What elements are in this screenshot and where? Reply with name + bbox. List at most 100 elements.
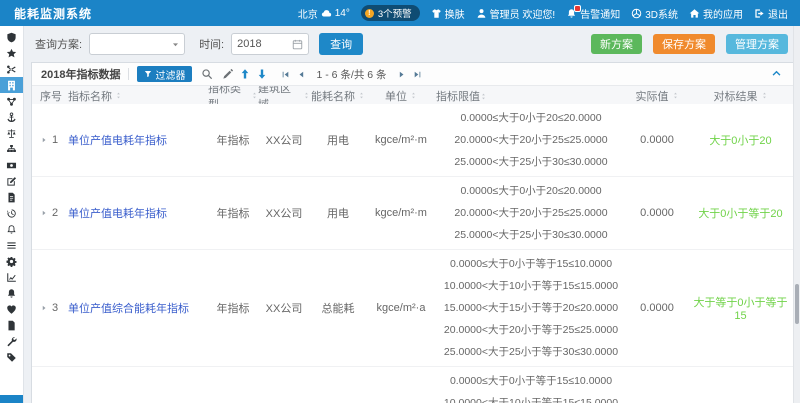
d3-icon (631, 8, 642, 19)
row-number: 3 (52, 302, 58, 314)
sidebar-item-cluster[interactable] (0, 93, 23, 109)
sidebar-item-heart[interactable] (0, 301, 23, 317)
sidebar-item-money[interactable] (0, 157, 23, 173)
menu-item-logout[interactable]: 退出 (754, 6, 788, 21)
indicator-name-cell: 单位产值电耗年指标 (68, 205, 208, 221)
sidebar-item-document[interactable] (0, 189, 23, 205)
gear-icon (6, 256, 17, 267)
limit-range: 25.0000<大于25小于30≤30.0000 (436, 224, 626, 246)
chart-icon (6, 272, 17, 283)
row-area: XX公司 (258, 300, 310, 316)
panel-title: 2018年指标数据 (41, 66, 120, 82)
heart-icon (6, 304, 17, 315)
expand-row-icon[interactable] (40, 304, 48, 312)
scales-icon (6, 128, 17, 139)
pagination-prev-icon[interactable] (297, 70, 306, 79)
cloud-icon (321, 8, 332, 19)
limit-range: 10.0000<大于10小于等于15≤15.0000 (436, 275, 626, 297)
table-row: 3单位产值综合能耗年指标年指标XX公司总能耗kgce/m²·a0.0000≤大于… (32, 250, 793, 367)
column-header-8[interactable]: 对标结果 (688, 88, 793, 104)
scrollbar-thumb[interactable] (795, 284, 799, 324)
sidebar-item-report[interactable] (0, 77, 23, 93)
move-down-icon[interactable] (256, 68, 268, 80)
panel-toolbar: 2018年指标数据 过滤器 1 - 6 条/共 6 条 (32, 63, 793, 86)
limit-ranges-cell: 0.0000≤大于0小于等于15≤10.000010.0000<大于10小于等于… (436, 367, 626, 403)
sidebar-item-history[interactable] (0, 205, 23, 221)
app-title: 能耗监测系统 (0, 5, 92, 22)
expand-row-icon[interactable] (40, 209, 48, 217)
page-scrollbar[interactable] (793, 26, 800, 403)
save-plan-button[interactable]: 保存方案 (653, 34, 715, 54)
column-header-7[interactable]: 实际值 (626, 88, 688, 104)
column-header-1[interactable]: 指标名称 (68, 88, 208, 104)
data-panel: 2018年指标数据 过滤器 1 - 6 条/共 6 条 序号指标名称指标类型建筑… (31, 62, 794, 403)
column-label: 指标限值 (436, 91, 480, 103)
sort-icon (358, 92, 365, 99)
actual-value-cell: 0.0000 (626, 134, 688, 146)
menu-item-bell[interactable]: 告警通知 (566, 6, 620, 21)
pagination-next-icon[interactable] (397, 70, 406, 79)
home-icon (689, 8, 700, 19)
sidebar-item-star[interactable] (0, 45, 23, 61)
sidebar-item-chart[interactable] (0, 269, 23, 285)
pagination-last-icon[interactable] (413, 70, 422, 79)
sidebar-item-edit[interactable] (0, 173, 23, 189)
column-header-5[interactable]: 单位 (366, 88, 436, 104)
wrench-icon (6, 336, 17, 347)
indicator-name-link[interactable]: 单位产值电耗年指标 (68, 205, 167, 221)
query-plan-select[interactable] (89, 33, 185, 55)
shirt-icon (431, 8, 442, 19)
sidebar-item-wrench[interactable] (0, 333, 23, 349)
row-energy: 总能耗 (310, 300, 366, 316)
clear-filter-icon[interactable] (222, 68, 234, 80)
document-icon (6, 192, 17, 203)
column-label: 实际值 (636, 88, 669, 104)
column-header-4[interactable]: 能耗名称 (310, 88, 366, 104)
time-label: 时间: (199, 36, 224, 52)
sidebar-item-tag[interactable] (0, 349, 23, 365)
pagination-first-icon[interactable] (281, 70, 290, 79)
collapse-panel-icon[interactable] (771, 68, 782, 79)
menu-item-d3[interactable]: 3D系统 (631, 6, 678, 21)
sidebar-item-gear[interactable] (0, 253, 23, 269)
sidebar-item-scissors[interactable] (0, 61, 23, 77)
sidebar-item-anchor[interactable] (0, 109, 23, 125)
star-icon (6, 48, 17, 59)
row-unit: kgce/m²·m (366, 207, 436, 219)
new-plan-button[interactable]: 新方案 (591, 34, 642, 54)
indicator-name-link[interactable]: 单位产值电耗年指标 (68, 132, 167, 148)
sidebar-item-list[interactable] (0, 237, 23, 253)
move-up-icon[interactable] (239, 68, 251, 80)
menu-item-home[interactable]: 我的应用 (689, 6, 743, 21)
sidebar-item-shield[interactable] (0, 29, 23, 45)
sort-icon (480, 93, 487, 100)
sidebar-item-bell-o[interactable] (0, 221, 23, 237)
sidebar-item-bell[interactable] (0, 285, 23, 301)
row-number-cell: 2 (32, 207, 68, 219)
alerts-badge[interactable]: ! 3个预警 (361, 5, 420, 21)
sidebar-item-scales[interactable] (0, 125, 23, 141)
expand-row-icon[interactable] (40, 136, 48, 144)
row-energy: 用电 (310, 205, 366, 221)
sidebar-item-file[interactable] (0, 317, 23, 333)
search-button[interactable]: 查询 (319, 33, 363, 55)
sort-icon (410, 92, 417, 99)
column-header-0: 序号 (32, 88, 68, 104)
limit-ranges-cell: 0.0000≤大于0小于等于15≤10.000010.0000<大于10小于等于… (436, 250, 626, 366)
menu-item-label: 我的应用 (703, 6, 743, 21)
table-search-icon[interactable] (201, 68, 213, 80)
table-header-row: 序号指标名称指标类型建筑区域能耗名称单位指标限值实际值对标结果 (32, 86, 793, 106)
indicator-name-link[interactable]: 单位产值综合能耗年指标 (68, 300, 189, 316)
menu-item-user[interactable]: 管理员 欢迎您! (476, 6, 556, 21)
menu-item-shirt[interactable]: 换肤 (431, 6, 465, 21)
filter-button[interactable]: 过滤器 (137, 66, 192, 82)
sidebar-item-sitemap[interactable] (0, 141, 23, 157)
manage-plan-button[interactable]: 管理方案 (726, 34, 788, 54)
tag-icon (6, 352, 17, 363)
time-value: 2018 (237, 38, 261, 50)
money-icon (6, 160, 17, 171)
time-input[interactable]: 2018 (231, 33, 309, 55)
row-area: XX公司 (258, 205, 310, 221)
table-row: 40.0000≤大于0小于等于15≤10.000010.0000<大于10小于等… (32, 367, 793, 403)
limit-range: 20.0000<大于20小于25≤25.0000 (436, 129, 626, 151)
